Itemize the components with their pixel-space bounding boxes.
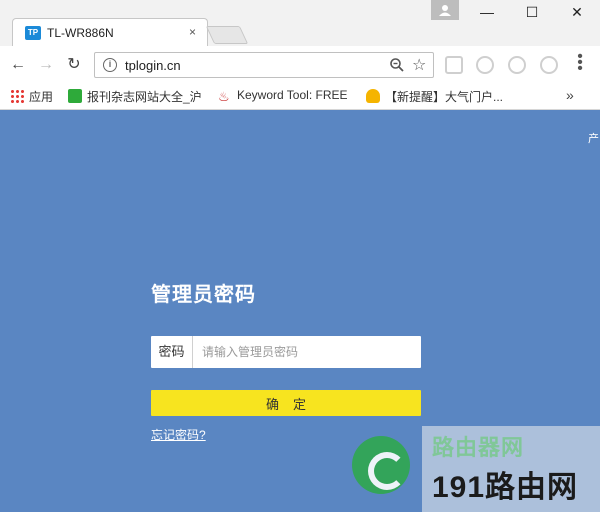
login-page: 产 管理员密码 密码 确定 忘记密码? 路由器网 191路由网 xyxy=(0,110,600,512)
bookmark-label: 【新提醒】大气门户... xyxy=(385,90,502,104)
flame-icon: ♨ xyxy=(218,89,230,104)
tp-link-favicon-icon: TP xyxy=(25,26,41,40)
zoom-icon[interactable] xyxy=(389,57,405,73)
browser-toolbar: ← → ↻ i tplogin.cn ☆ • • • xyxy=(0,46,600,84)
tab-title: TL-WR886N xyxy=(47,26,114,40)
bookmark-apps[interactable]: 应用 xyxy=(10,88,53,106)
forgot-password-link[interactable]: 忘记密码? xyxy=(151,426,206,443)
bookmarks-bar: 应用 报刊杂志网站大全_沪 ♨ Keyword Tool: FREE 【新提醒】大… xyxy=(0,84,600,110)
bookmarks-overflow-button[interactable]: » xyxy=(566,87,574,103)
watermark-top-text: 路由器网 xyxy=(432,435,525,460)
browser-tab[interactable]: TP TL-WR886N × xyxy=(12,18,208,46)
browser-menu-icon[interactable]: • • • xyxy=(574,49,586,77)
extension-pen-icon[interactable] xyxy=(445,56,463,74)
address-url[interactable]: tplogin.cn xyxy=(125,58,181,73)
tab-strip: TP TL-WR886N × — ☐ ✕ xyxy=(0,0,600,46)
user-profile-button[interactable] xyxy=(431,0,459,20)
login-title: 管理员密码 xyxy=(151,284,256,306)
trophy-icon xyxy=(366,89,380,103)
person-icon xyxy=(439,5,451,16)
bookmark-label: Keyword Tool: FREE xyxy=(237,88,348,102)
address-bar[interactable]: i tplogin.cn ☆ xyxy=(94,52,434,78)
confirm-button[interactable]: 确定 xyxy=(151,390,421,416)
apps-grid-icon xyxy=(10,89,24,103)
corner-text: 产 xyxy=(588,133,599,145)
window-maximize-button[interactable]: ☐ xyxy=(510,4,554,26)
password-input[interactable] xyxy=(194,336,421,368)
bookmark-item[interactable]: 【新提醒】大气门户... xyxy=(366,88,502,106)
reload-button[interactable]: ↻ xyxy=(64,55,84,75)
extension-circle-2-icon[interactable] xyxy=(540,56,558,74)
extension-circle-icon[interactable] xyxy=(508,56,526,74)
watermark-big-text: 191路由网 xyxy=(432,471,579,504)
bookmark-item[interactable]: 报刊杂志网站大全_沪 xyxy=(68,88,204,106)
watermark-logo-icon xyxy=(352,436,410,494)
watermark: 路由器网 191路由网 xyxy=(352,426,600,512)
green-c-icon xyxy=(68,89,82,103)
bookmark-item[interactable]: ♨ Keyword Tool: FREE xyxy=(218,88,352,106)
tab-close-icon[interactable]: × xyxy=(189,25,196,39)
bookmark-star-icon[interactable]: ☆ xyxy=(412,55,426,75)
bookmark-apps-label: 应用 xyxy=(29,90,54,104)
bookmark-label: 报刊杂志网站大全_沪 xyxy=(87,90,202,104)
window-minimize-button[interactable]: — xyxy=(465,4,509,26)
password-label: 密码 xyxy=(151,336,193,368)
window-close-button[interactable]: ✕ xyxy=(555,4,599,26)
back-button[interactable]: ← xyxy=(8,55,28,75)
extension-shield-icon[interactable] xyxy=(476,56,494,74)
forward-button[interactable]: → xyxy=(36,55,56,75)
password-field-group: 密码 xyxy=(151,336,421,368)
new-tab-button[interactable] xyxy=(205,26,249,44)
site-info-icon[interactable]: i xyxy=(103,58,117,72)
